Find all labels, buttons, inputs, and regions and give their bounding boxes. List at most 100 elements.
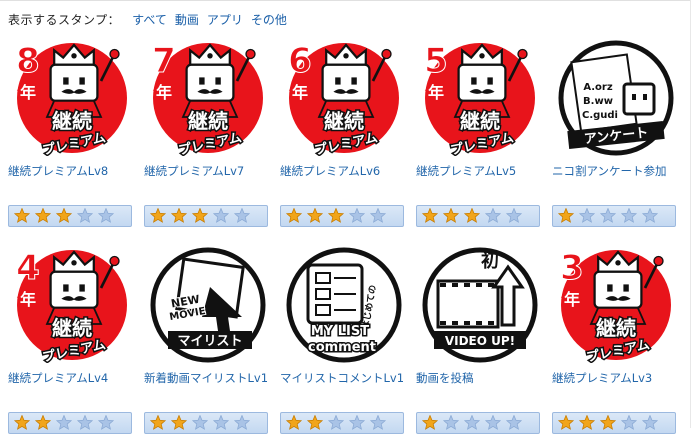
star-empty-icon [97, 208, 115, 223]
filter-all-link[interactable]: すべて [132, 11, 167, 28]
star-filled-icon [306, 208, 324, 223]
star-rating [280, 205, 404, 227]
svg-text:継続: 継続 [52, 109, 92, 133]
svg-text:comment: comment [308, 340, 376, 355]
star-filled-icon [191, 208, 209, 223]
star-empty-icon [191, 415, 209, 430]
star-filled-icon [34, 208, 52, 223]
star-rating [416, 205, 540, 227]
premium-stamp-image[interactable]: 7年継続プレミアム [150, 40, 266, 156]
star-empty-icon [76, 208, 94, 223]
star-rating [8, 412, 132, 434]
star-filled-icon [285, 208, 303, 223]
star-filled-icon [421, 208, 439, 223]
star-empty-icon [484, 208, 502, 223]
premium-stamp-image[interactable]: 6年継続プレミアム [286, 40, 402, 156]
star-empty-icon [463, 415, 481, 430]
level-number: 8 [16, 41, 40, 81]
svg-text:継続: 継続 [324, 109, 364, 133]
star-empty-icon [442, 415, 460, 430]
star-empty-icon [620, 415, 638, 430]
filter-app-link[interactable]: アプリ [207, 11, 243, 28]
svg-text:年: 年 [564, 290, 580, 309]
star-empty-icon [505, 415, 523, 430]
star-rating [552, 205, 676, 227]
star-empty-icon [599, 208, 617, 223]
star-rating [416, 412, 540, 434]
star-empty-icon [348, 208, 366, 223]
star-filled-icon [13, 208, 31, 223]
star-empty-icon [212, 415, 230, 430]
svg-text:初: 初 [481, 250, 499, 272]
star-filled-icon [442, 208, 460, 223]
star-filled-icon [55, 208, 73, 223]
level-number: 6 [288, 41, 312, 81]
premium-stamp-image[interactable]: 4年継続プレミアム [14, 247, 130, 363]
filter-video-link[interactable]: 動画 [175, 11, 199, 28]
stamp-title-link[interactable]: 継続プレミアムLv7 [144, 164, 276, 178]
star-filled-icon [578, 415, 596, 430]
videoup-stamp-image[interactable]: 初 VIDEO UP! [422, 247, 538, 363]
svg-text:年: 年 [20, 290, 36, 309]
star-filled-icon [170, 208, 188, 223]
star-empty-icon [233, 415, 251, 430]
right-divider [690, 0, 691, 428]
stamp-title-link[interactable]: 動画を投稿 [416, 371, 548, 385]
level-number: 3 [560, 248, 584, 288]
star-filled-icon [285, 415, 303, 430]
stamp-title-link[interactable]: 継続プレミアムLv8 [8, 164, 140, 178]
star-rating [8, 205, 132, 227]
svg-text:継続: 継続 [188, 109, 228, 133]
premium-stamp-image[interactable]: 8年継続プレミアム [14, 40, 130, 156]
star-rating [144, 412, 268, 434]
star-filled-icon [463, 208, 481, 223]
star-empty-icon [76, 415, 94, 430]
star-empty-icon [641, 415, 659, 430]
star-empty-icon [484, 415, 502, 430]
star-filled-icon [557, 415, 575, 430]
star-filled-icon [599, 415, 617, 430]
level-number: 4 [16, 248, 40, 288]
star-empty-icon [369, 415, 387, 430]
level-number: 7 [152, 41, 176, 81]
stamp-title-link[interactable]: マイリストコメントLv1 [280, 371, 412, 385]
stamp-title-link[interactable]: 継続プレミアムLv4 [8, 371, 140, 385]
svg-text:C.gudi: C.gudi [582, 110, 618, 121]
stamp-title-link[interactable]: 継続プレミアムLv5 [416, 164, 548, 178]
star-filled-icon [306, 415, 324, 430]
newmovie-stamp-image[interactable]: NEWMOVIEマイリスト [150, 247, 266, 363]
stamp-filter-bar: 表示するスタンプ： すべて 動画 アプリ その他 [8, 11, 295, 27]
stamp-title-link[interactable]: 新着動画マイリストLv1 [144, 371, 276, 385]
svg-text:A.orz: A.orz [583, 82, 613, 93]
star-filled-icon [149, 415, 167, 430]
star-empty-icon [55, 415, 73, 430]
star-filled-icon [34, 415, 52, 430]
star-rating [144, 205, 268, 227]
svg-text:B.ww: B.ww [583, 96, 613, 107]
star-empty-icon [369, 208, 387, 223]
star-empty-icon [233, 208, 251, 223]
star-empty-icon [578, 208, 596, 223]
star-empty-icon [97, 415, 115, 430]
svg-text:継続: 継続 [52, 316, 92, 340]
filter-other-link[interactable]: その他 [251, 11, 287, 28]
premium-stamp-image[interactable]: 3年継続プレミアム [558, 247, 674, 363]
svg-text:年: 年 [428, 83, 444, 102]
stamp-title-link[interactable]: 継続プレミアムLv3 [552, 371, 684, 385]
svg-text:年: 年 [156, 83, 172, 102]
mylist-stamp-image[interactable]: はじめてのMY LISTcomment [286, 247, 402, 363]
svg-text:継続: 継続 [460, 109, 500, 133]
top-divider [0, 0, 690, 1]
star-filled-icon [557, 208, 575, 223]
star-empty-icon [505, 208, 523, 223]
star-filled-icon [13, 415, 31, 430]
star-rating [280, 412, 404, 434]
star-filled-icon [421, 415, 439, 430]
star-empty-icon [327, 415, 345, 430]
level-number: 5 [424, 41, 448, 81]
stamp-title-link[interactable]: 継続プレミアムLv6 [280, 164, 412, 178]
filter-label: 表示するスタンプ： [8, 12, 121, 27]
survey-stamp-image[interactable]: A.orzB.wwC.gudiアンケート [558, 40, 674, 156]
stamp-title-link[interactable]: ニコ割アンケート参加 [552, 164, 684, 178]
premium-stamp-image[interactable]: 5年継続プレミアム [422, 40, 538, 156]
